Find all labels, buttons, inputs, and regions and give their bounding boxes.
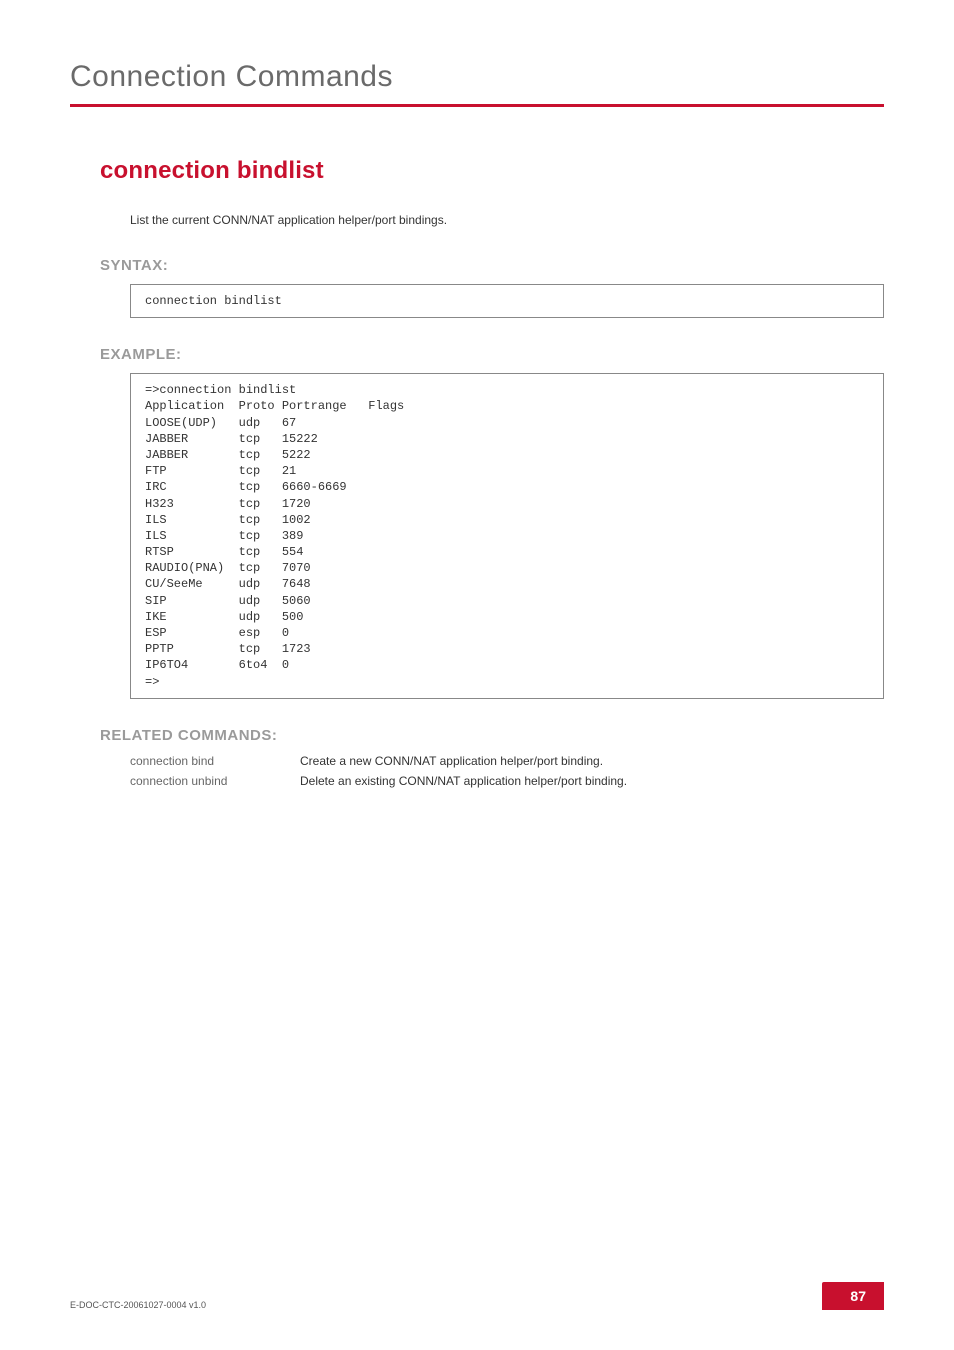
command-title: connection bindlist [100, 157, 884, 185]
page-footer: E-DOC-CTC-20061027-0004 v1.0 87 [70, 1282, 884, 1310]
related-command-desc: Create a new CONN/NAT application helper… [300, 754, 603, 768]
related-row: connection unbind Delete an existing CON… [130, 774, 884, 788]
related-command-name: connection bind [130, 754, 300, 768]
related-command-name: connection unbind [130, 774, 300, 788]
related-commands-table: connection bind Create a new CONN/NAT ap… [130, 754, 884, 788]
chapter-title: Connection Commands [70, 60, 884, 94]
command-description: List the current CONN/NAT application he… [130, 213, 884, 227]
document-id: E-DOC-CTC-20061027-0004 v1.0 [70, 1300, 206, 1310]
page: Connection Commands connection bindlist … [0, 0, 954, 1350]
example-label: EXAMPLE: [100, 346, 884, 363]
page-number-badge: 87 [822, 1282, 884, 1310]
related-commands-label: RELATED COMMANDS: [100, 727, 884, 744]
syntax-label: SYNTAX: [100, 257, 884, 274]
syntax-code: connection bindlist [130, 284, 884, 318]
related-command-desc: Delete an existing CONN/NAT application … [300, 774, 627, 788]
example-code: =>connection bindlist Application Proto … [130, 373, 884, 699]
related-row: connection bind Create a new CONN/NAT ap… [130, 754, 884, 768]
title-rule [70, 104, 884, 107]
